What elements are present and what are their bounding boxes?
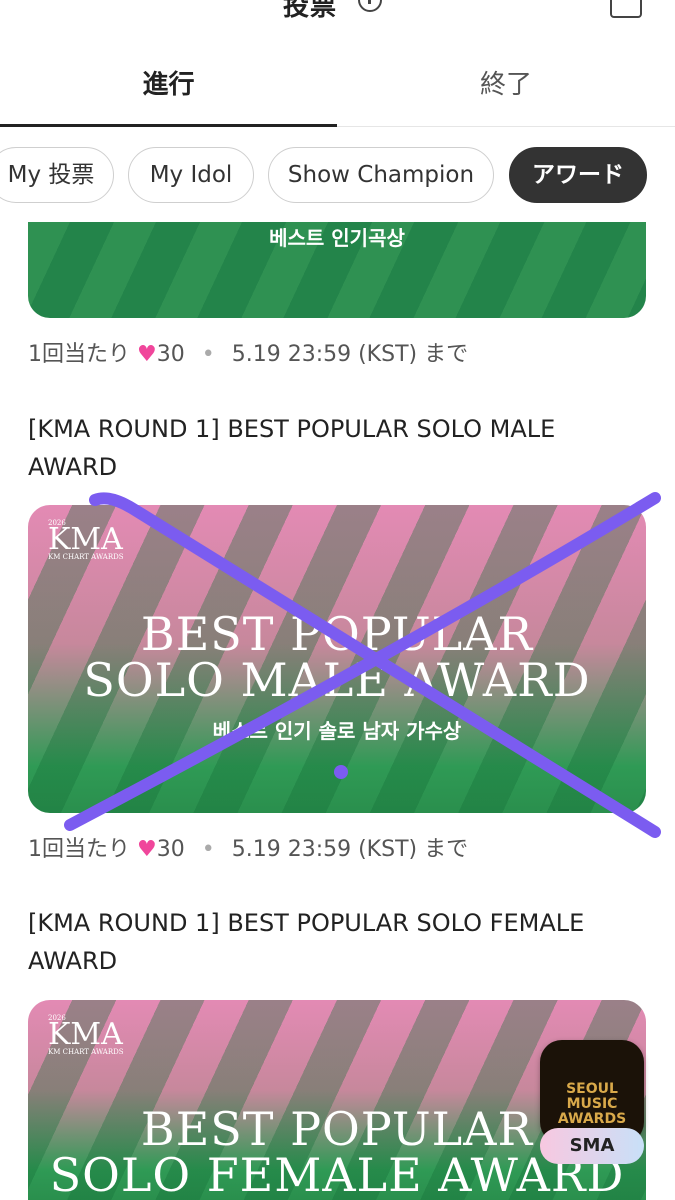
vote-title[interactable]: [KMA ROUND 1] BEST POPULAR SOLO MALE AWA…: [28, 410, 638, 486]
vote-banner[interactable]: 베스트 인기곡상: [28, 222, 646, 318]
filter-chip-show-champion[interactable]: Show Champion: [268, 147, 494, 203]
status-tabs: 進行 終了: [0, 60, 675, 127]
vote-meta: 1回当たり ♥30 • 5.19 23:59 (KST) まで: [28, 831, 468, 863]
sma-label: SMA: [540, 1128, 644, 1164]
share-icon[interactable]: [610, 0, 642, 18]
top-bar: 投票: [0, 0, 675, 22]
banner-title-line2: SOLO MALE AWARD: [83, 653, 591, 707]
filter-chip-my-vote[interactable]: My 投票: [0, 147, 114, 203]
deadline-text: 5.19 23:59 (KST) まで: [231, 837, 469, 862]
banner-title-line1: BEST POPULAR: [140, 607, 534, 661]
vote-title[interactable]: [KMA ROUND 1] BEST POPULAR SOLO FEMALE A…: [28, 904, 638, 980]
banner-subtitle: 베스트 인기 솔로 남자 가수상: [212, 719, 462, 743]
page-title: 投票: [283, 0, 338, 22]
kma-logo: 2026 KMA KM CHART AWARDS: [48, 519, 124, 561]
sma-floating-button[interactable]: SEOUL MUSIC AWARDS SMA: [540, 1040, 644, 1164]
heart-icon: ♥: [137, 342, 157, 367]
separator-dot: •: [201, 837, 215, 862]
filter-chip-award[interactable]: アワード: [509, 147, 647, 203]
heart-count: 30: [156, 837, 185, 862]
info-icon[interactable]: [358, 0, 382, 12]
separator-dot: •: [201, 342, 215, 367]
vote-banner[interactable]: 2026 KMA KM CHART AWARDS BEST POPULAR SO…: [28, 505, 646, 813]
banner-subtitle: 베스트 인기곡상: [269, 226, 405, 250]
heart-count: 30: [156, 342, 185, 367]
annotation-dot: [334, 765, 348, 779]
vote-meta: 1回当たり ♥30 • 5.19 23:59 (KST) まで: [28, 336, 468, 368]
filter-chip-my-idol[interactable]: My Idol: [128, 147, 254, 203]
tab-ended[interactable]: 終了: [337, 60, 675, 126]
per-vote-label: 1回当たり: [28, 837, 130, 862]
tab-ongoing[interactable]: 進行: [0, 60, 337, 127]
heart-icon: ♥: [137, 837, 157, 862]
per-vote-label: 1回当たり: [28, 342, 130, 367]
deadline-text: 5.19 23:59 (KST) まで: [231, 342, 469, 367]
kma-logo: 2026 KMA KM CHART AWARDS: [48, 1014, 124, 1056]
